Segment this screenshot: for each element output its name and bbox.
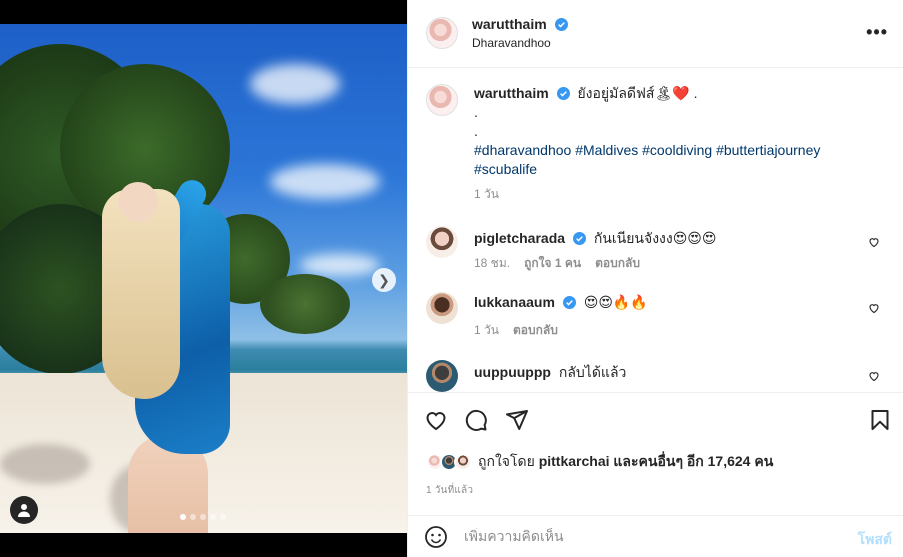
verified-badge-icon [554, 18, 568, 31]
hashtag-link[interactable]: #Maldives [575, 142, 638, 158]
verified-badge-icon [572, 232, 586, 245]
posted-time[interactable]: 1 วันที่แล้ว [426, 483, 473, 498]
comment-meta: 18 ชม. ถูกใจ 1 คน ตอบกลับ [474, 254, 640, 273]
reply-button[interactable]: ตอบกลับ [513, 321, 558, 340]
comment-icon[interactable] [464, 408, 488, 432]
heart-icon[interactable] [424, 408, 448, 432]
likes-others-label[interactable]: และคนอื่นๆ อีก [613, 453, 703, 469]
carousel-dot [180, 514, 186, 520]
hashtag-link[interactable]: #dharavandhoo [474, 142, 571, 158]
carousel-indicators [180, 514, 226, 520]
chevron-right-icon: ❯ [378, 271, 390, 288]
likes-prefix: ถูกใจโดย [478, 453, 535, 469]
post-photo[interactable] [0, 24, 407, 533]
likes-suffix[interactable]: คน [754, 453, 773, 469]
carousel-next-button[interactable]: ❯ [372, 268, 396, 292]
author-avatar[interactable] [426, 84, 458, 116]
instagram-post-modal: ❯ warutthaim Dharavandhoo ••• warutthaim… [0, 0, 903, 557]
comment-time[interactable]: 1 วัน [474, 321, 499, 340]
comment-input[interactable] [464, 528, 834, 544]
likes-text: ถูกใจโดย pittkarchai และคนอื่นๆ อีก 17,6… [478, 451, 773, 473]
caption-time[interactable]: 1 วัน [474, 185, 874, 204]
comment-meta: 1 วัน ตอบกลับ [474, 321, 558, 340]
commenter-avatar[interactable] [426, 360, 458, 392]
comment-like-icon[interactable] [868, 302, 880, 314]
commenter-username[interactable]: pigletcharada [474, 230, 565, 246]
comment-item: uuppuuppp กลับได้แล้ว [426, 360, 896, 392]
post-media: ❯ [0, 0, 407, 557]
commenter-username[interactable]: uuppuuppp [474, 364, 551, 380]
more-options-icon: ••• [866, 22, 888, 42]
comment-like-icon[interactable] [868, 370, 880, 382]
emoji-icon[interactable] [424, 525, 448, 549]
commenter-avatar[interactable] [426, 226, 458, 258]
comment-likes-count[interactable]: ถูกใจ 1 คน [524, 254, 581, 273]
user-tag-button[interactable] [10, 496, 38, 524]
carousel-dot [210, 514, 216, 520]
caption-username[interactable]: warutthaim [474, 85, 549, 101]
liker-avatar[interactable] [454, 453, 472, 471]
reply-button[interactable]: ตอบกลับ [595, 254, 640, 273]
author-avatar[interactable] [426, 17, 458, 49]
comment-like-icon[interactable] [868, 236, 880, 248]
user-tag-icon [18, 504, 30, 517]
post-header: warutthaim Dharavandhoo ••• [408, 0, 903, 68]
bookmark-icon[interactable] [868, 408, 892, 432]
carousel-dot [190, 514, 196, 520]
author-username[interactable]: warutthaim [472, 16, 547, 32]
comment-text: 😍😍🔥🔥 [583, 294, 648, 310]
comment-time[interactable]: 18 ชม. [474, 254, 510, 273]
likes-summary: ถูกใจโดย pittkarchai และคนอื่นๆ อีก 17,6… [426, 451, 773, 473]
liked-by-username[interactable]: pittkarchai [539, 453, 610, 469]
likes-count[interactable]: 17,624 [708, 453, 751, 469]
caption-hashtags: #dharavandhoo #Maldives #cooldiving #but… [474, 141, 874, 179]
commenter-avatar[interactable] [426, 292, 458, 324]
add-comment-bar: โพสต์ [408, 515, 903, 557]
commenter-username[interactable]: lukkanaaum [474, 294, 555, 310]
comment-text: กลับได้แล้ว [558, 364, 627, 380]
post-comment-button[interactable]: โพสต์ [858, 529, 892, 551]
more-options-button[interactable]: ••• [866, 22, 888, 43]
carousel-dot [220, 514, 226, 520]
caption-text: ยังอยู่มัลดีฟส์🏝❤️ . [577, 85, 698, 101]
hashtag-link[interactable]: #cooldiving [642, 142, 712, 158]
share-icon[interactable] [505, 408, 529, 432]
carousel-dot [200, 514, 206, 520]
caption-line: . [474, 123, 478, 139]
hashtag-link[interactable]: #buttertiajourney [716, 142, 820, 158]
verified-badge-icon [562, 296, 576, 309]
verified-badge-icon [556, 87, 570, 100]
caption-line: . [474, 104, 478, 120]
post-location[interactable]: Dharavandhoo [472, 36, 568, 50]
comment-text: กันเนียนจังงง😍😍😍 [593, 230, 717, 246]
hashtag-link[interactable]: #scubalife [474, 161, 537, 177]
post-sidebar: warutthaim Dharavandhoo ••• warutthaim ย… [407, 0, 903, 557]
